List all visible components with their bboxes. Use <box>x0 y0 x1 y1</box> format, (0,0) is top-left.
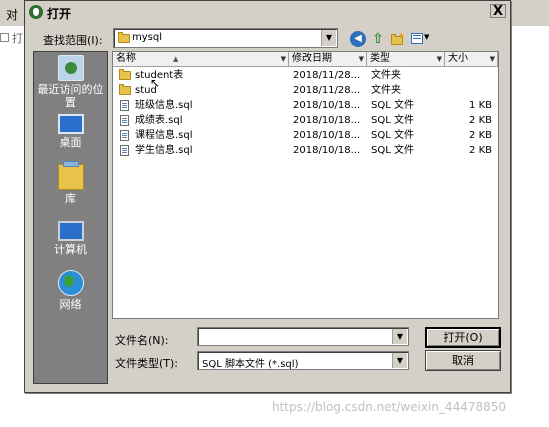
chevron-down-icon[interactable]: ▼ <box>281 52 286 66</box>
chevron-down-icon[interactable]: ▼ <box>490 52 495 66</box>
new-folder-button[interactable]: ✦ <box>389 31 405 47</box>
file-modified: 2018/10/18... <box>293 100 361 111</box>
filetype-label: 文件类型(T): <box>115 357 179 370</box>
place-library[interactable]: 库 <box>34 161 107 205</box>
list-item[interactable]: stud 2018/11/28... 文件夹 <box>113 83 498 98</box>
column-header-modified[interactable]: 修改日期 ▼ <box>289 52 367 67</box>
file-type: 文件夹 <box>371 70 401 81</box>
watermark: https://blog.csdn.net/weixin_44478850 <box>272 400 507 414</box>
sparkle-icon: ✦ <box>398 31 405 40</box>
list-item[interactable]: 成绩表.sql 2018/10/18... SQL 文件 2 KB <box>113 113 498 128</box>
lookin-dropdown[interactable]: mysql ▼ <box>113 28 338 48</box>
chevron-down-icon[interactable]: ▼ <box>321 30 336 46</box>
sort-ascending-icon: ▲ <box>173 55 179 63</box>
sql-file-icon <box>120 145 129 156</box>
file-modified: 2018/11/28... <box>293 85 361 96</box>
file-name: 学生信息.sql <box>135 145 193 156</box>
network-icon <box>57 270 84 296</box>
sql-file-icon <box>120 130 129 141</box>
dialog-titlebar: 打开 X <box>25 1 510 23</box>
filetype-dropdown[interactable]: SQL 脚本文件 (*.sql) ▼ <box>197 351 409 370</box>
cancel-button[interactable]: 取消 <box>425 350 501 371</box>
open-button[interactable]: 打开(O) <box>425 327 501 348</box>
desktop-icon <box>57 114 84 134</box>
lookin-value: mysql <box>132 32 162 43</box>
mouse-cursor-icon: ↖ <box>150 76 161 90</box>
close-button[interactable]: X <box>490 4 506 19</box>
place-desktop[interactable]: 桌面 <box>34 110 107 149</box>
list-item[interactable]: 学生信息.sql 2018/10/18... SQL 文件 2 KB <box>113 143 498 158</box>
places-bar: 最近访问的位置 桌面 库 计算机 网络 <box>33 51 108 384</box>
lookin-label: 查找范围(I): <box>43 34 103 47</box>
views-menu-button[interactable] <box>411 33 423 44</box>
list-item[interactable]: student表 2018/11/28... 文件夹 <box>113 68 498 83</box>
place-recent[interactable]: 最近访问的位置 <box>34 55 107 109</box>
views-dropdown-icon[interactable]: ▼ <box>424 33 429 41</box>
place-label: 计算机 <box>54 243 87 256</box>
file-type: SQL 文件 <box>371 100 414 111</box>
back-button[interactable]: ◀ <box>350 31 366 47</box>
file-type: SQL 文件 <box>371 115 414 126</box>
place-label: 桌面 <box>59 136 82 149</box>
column-header-name[interactable]: 名称 ▲ ▼ <box>113 52 289 67</box>
place-label: 库 <box>65 192 76 205</box>
file-type: SQL 文件 <box>371 145 414 156</box>
checkbox-icon <box>0 33 9 42</box>
file-modified: 2018/10/18... <box>293 130 361 141</box>
file-type: SQL 文件 <box>371 130 414 141</box>
filename-label: 文件名(N): <box>115 334 169 347</box>
computer-icon <box>57 221 84 241</box>
file-size: 2 KB <box>469 115 492 126</box>
file-name: 课程信息.sql <box>135 130 193 141</box>
file-type: 文件夹 <box>371 85 401 96</box>
up-arrow-icon: ⇧ <box>372 31 384 47</box>
folder-icon <box>119 84 131 95</box>
chevron-down-icon[interactable]: ▼ <box>359 52 364 66</box>
place-network[interactable]: 网络 <box>34 270 107 311</box>
app-logo-icon <box>29 5 43 19</box>
place-computer[interactable]: 计算机 <box>34 217 107 256</box>
filename-input[interactable]: ▼ <box>197 327 409 346</box>
dialog-title: 打开 <box>47 7 72 21</box>
file-modified: 2018/10/18... <box>293 145 361 156</box>
chevron-down-icon[interactable]: ▼ <box>392 353 407 368</box>
list-item[interactable]: 课程信息.sql 2018/10/18... SQL 文件 2 KB <box>113 128 498 143</box>
library-icon <box>57 161 84 190</box>
background-window-title: 对 <box>6 8 19 22</box>
open-file-dialog: 打开 X 查找范围(I): mysql ▼ ◀ ⇧ ✦ ▼ 最近访问的位置 桌面… <box>24 0 511 393</box>
recent-places-icon <box>57 55 84 81</box>
folder-icon <box>118 32 130 43</box>
sql-file-icon <box>120 115 129 126</box>
file-name: 班级信息.sql <box>135 100 193 111</box>
sql-file-icon <box>120 100 129 111</box>
place-label: 最近访问的位置 <box>37 83 104 109</box>
file-list[interactable]: 名称 ▲ ▼ 修改日期 ▼ 类型 ▼ 大小 ▼ student表 2018/11… <box>112 51 499 319</box>
file-size: 2 KB <box>469 130 492 141</box>
place-label: 网络 <box>59 298 82 311</box>
column-header-type[interactable]: 类型 ▼ <box>367 52 445 67</box>
up-folder-button[interactable]: ⇧ <box>370 31 386 47</box>
file-name: 成绩表.sql <box>135 115 183 126</box>
file-size: 2 KB <box>469 145 492 156</box>
folder-icon <box>119 69 131 80</box>
back-arrow-icon: ◀ <box>354 33 362 44</box>
chevron-down-icon[interactable]: ▼ <box>437 52 442 66</box>
file-modified: 2018/10/18... <box>293 115 361 126</box>
column-header-size[interactable]: 大小 ▼ <box>445 52 498 67</box>
list-item[interactable]: 班级信息.sql 2018/10/18... SQL 文件 1 KB <box>113 98 498 113</box>
file-size: 1 KB <box>469 100 492 111</box>
chevron-down-icon[interactable]: ▼ <box>392 329 407 344</box>
file-modified: 2018/11/28... <box>293 70 361 81</box>
